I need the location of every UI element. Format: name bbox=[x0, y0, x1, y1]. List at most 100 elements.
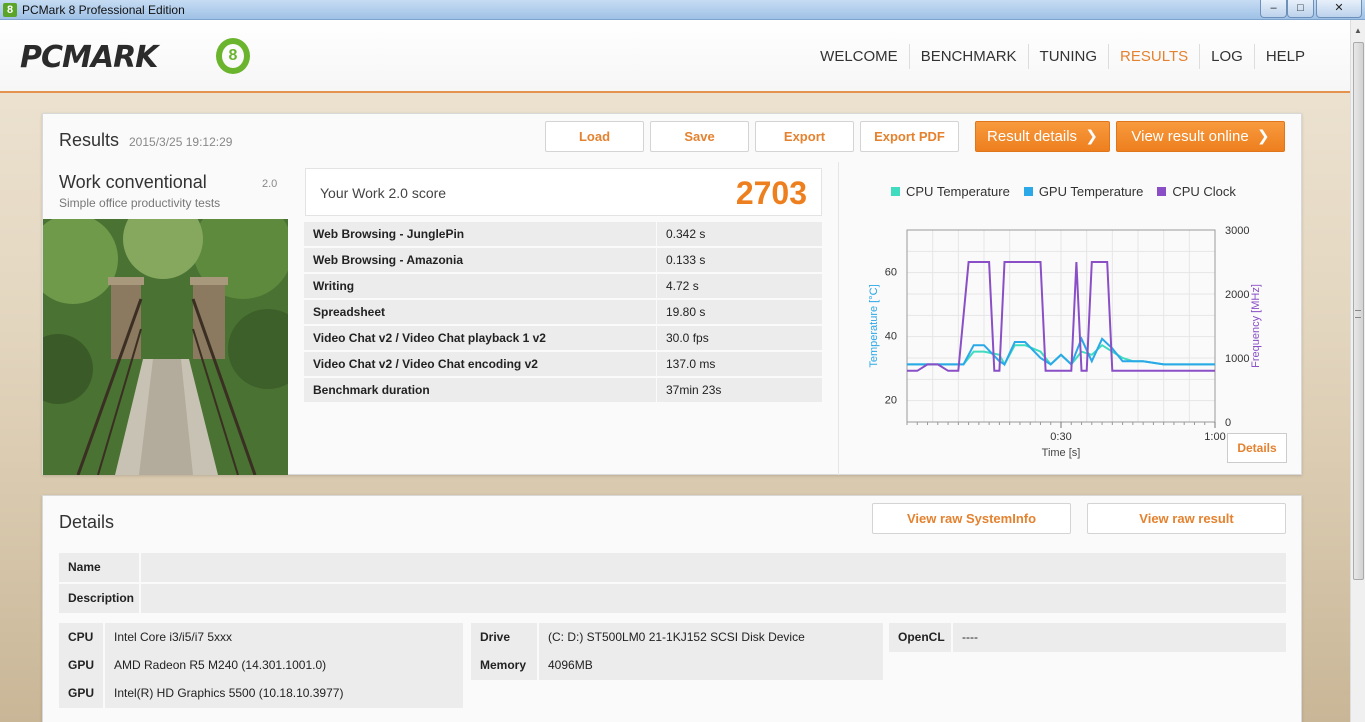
view-online-button[interactable]: View result online ❯ bbox=[1116, 121, 1285, 152]
description-value bbox=[141, 584, 1286, 613]
table-row: Video Chat v2 / Video Chat playback 1 v2… bbox=[304, 326, 823, 352]
chart-details-button[interactable]: Details bbox=[1227, 433, 1287, 463]
bridge-illustration bbox=[43, 219, 288, 475]
chevron-right-icon: ❯ bbox=[1081, 128, 1098, 145]
table-row: Spreadsheet 19.80 s bbox=[304, 300, 823, 326]
minimize-button[interactable]: ‒ bbox=[1260, 0, 1287, 18]
nav-log[interactable]: LOG bbox=[1199, 44, 1254, 69]
opencl-label: OpenCL bbox=[889, 623, 951, 652]
details-panel: Details View raw SystemInfo View raw res… bbox=[42, 495, 1302, 722]
results-title: Results bbox=[59, 130, 120, 150]
legend-label: CPU Temperature bbox=[906, 184, 1010, 199]
drive-value: (C: D:) ST500LM0 21-1KJ152 SCSI Disk Dev… bbox=[539, 623, 883, 652]
close-button[interactable]: ✕ bbox=[1316, 0, 1362, 18]
x-tick-label: 1:00 bbox=[1204, 431, 1225, 443]
drive-label: Drive bbox=[471, 623, 537, 652]
cpu-value: Intel Core i3/i5/i7 5xxx bbox=[105, 623, 463, 652]
test-description: Simple office productivity tests bbox=[59, 196, 221, 210]
results-panel: Results 2015/3/25 19:12:29 Load Save Exp… bbox=[42, 113, 1302, 475]
scrollbar-grip bbox=[1355, 310, 1361, 318]
legend-label: CPU Clock bbox=[1172, 184, 1236, 199]
y-axis-label: Temperature [°C] bbox=[868, 284, 880, 367]
app-icon: 8 bbox=[3, 3, 17, 17]
row-label: Writing bbox=[304, 274, 656, 298]
description-label: Description bbox=[59, 584, 139, 613]
row-value: 0.133 s bbox=[657, 248, 822, 272]
logo-text: PCMARK bbox=[20, 40, 158, 75]
app-header: PCMARK 8 WELCOME BENCHMARK TUNING RESULT… bbox=[0, 20, 1350, 93]
y-tick-label: 40 bbox=[885, 331, 897, 343]
legend-gpu-temp: GPU Temperature bbox=[1023, 184, 1144, 199]
gpu-row: GPU AMD Radeon R5 M240 (14.301.1001.0) bbox=[59, 651, 465, 680]
cpu-row: CPU Intel Core i3/i5/i7 5xxx bbox=[59, 623, 465, 652]
row-label: Spreadsheet bbox=[304, 300, 656, 324]
vertical-scrollbar[interactable]: ▲ bbox=[1350, 20, 1365, 722]
nav-help[interactable]: HELP bbox=[1253, 44, 1316, 69]
score-label: Your Work 2.0 score bbox=[320, 185, 447, 201]
pcmark-logo: PCMARK 8 bbox=[20, 38, 250, 75]
row-value: 30.0 fps bbox=[657, 326, 822, 350]
description-row: Description bbox=[59, 584, 1288, 613]
gpu-row: GPU Intel(R) HD Graphics 5500 (10.18.10.… bbox=[59, 679, 465, 708]
chart-legend: CPU Temperature GPU Temperature CPU Cloc… bbox=[891, 184, 1250, 199]
table-row: Writing 4.72 s bbox=[304, 274, 823, 300]
name-value bbox=[141, 553, 1286, 582]
export-pdf-button[interactable]: Export PDF bbox=[860, 121, 959, 152]
save-button[interactable]: Save bbox=[650, 121, 749, 152]
test-version: 2.0 bbox=[262, 178, 278, 190]
nav-results[interactable]: RESULTS bbox=[1108, 44, 1199, 69]
legend-label: GPU Temperature bbox=[1038, 184, 1144, 199]
nav-tuning[interactable]: TUNING bbox=[1027, 44, 1109, 69]
view-raw-result-button[interactable]: View raw result bbox=[1087, 503, 1286, 534]
nav-benchmark[interactable]: BENCHMARK bbox=[908, 44, 1028, 69]
logo-eight-icon: 8 bbox=[216, 38, 250, 74]
test-image-bridge bbox=[43, 219, 288, 475]
table-row: Benchmark duration 37min 23s bbox=[304, 378, 823, 404]
row-value: 19.80 s bbox=[657, 300, 822, 324]
score-table: Web Browsing - JunglePin 0.342 s Web Bro… bbox=[304, 222, 823, 404]
cpu-label: CPU bbox=[59, 623, 103, 652]
main-nav: WELCOME BENCHMARK TUNING RESULTS LOG HEL… bbox=[809, 44, 1316, 69]
name-label: Name bbox=[59, 553, 139, 582]
table-row: Video Chat v2 / Video Chat encoding v2 1… bbox=[304, 352, 823, 378]
maximize-button[interactable]: □ bbox=[1287, 0, 1314, 18]
row-label: Video Chat v2 / Video Chat playback 1 v2 bbox=[304, 326, 656, 350]
results-date: 2015/3/25 19:12:29 bbox=[129, 135, 233, 149]
row-value: 137.0 ms bbox=[657, 352, 822, 376]
row-value: 4.72 s bbox=[657, 274, 822, 298]
gpu-value: Intel(R) HD Graphics 5500 (10.18.10.3977… bbox=[105, 679, 463, 708]
result-details-label: Result details bbox=[987, 128, 1078, 145]
y2-axis-label: Frequency [MHz] bbox=[1250, 284, 1262, 368]
nav-welcome[interactable]: WELCOME bbox=[809, 44, 909, 69]
x-tick-label: 0:30 bbox=[1050, 431, 1071, 443]
y-tick-label: 20 bbox=[885, 395, 897, 407]
memory-value: 4096MB bbox=[539, 651, 883, 680]
scroll-up-icon[interactable]: ▲ bbox=[1354, 26, 1362, 35]
result-details-button[interactable]: Result details ❯ bbox=[975, 121, 1110, 152]
view-raw-sysinfo-button[interactable]: View raw SystemInfo bbox=[872, 503, 1071, 534]
load-button[interactable]: Load bbox=[545, 121, 644, 152]
row-value: 37min 23s bbox=[657, 378, 822, 402]
row-label: Web Browsing - JunglePin bbox=[304, 222, 656, 246]
y2-tick-label: 0 bbox=[1225, 417, 1231, 429]
legend-cpu-clock: CPU Clock bbox=[1157, 184, 1236, 199]
y2-tick-label: 1000 bbox=[1225, 353, 1249, 365]
y2-tick-label: 3000 bbox=[1225, 225, 1249, 237]
gpu-label: GPU bbox=[59, 679, 103, 708]
chevron-right-icon: ❯ bbox=[1252, 128, 1270, 145]
opencl-row: OpenCL ---- bbox=[889, 623, 1288, 652]
memory-row: Memory 4096MB bbox=[471, 651, 885, 680]
opencl-value: ---- bbox=[953, 623, 1286, 652]
table-row: Web Browsing - Amazonia 0.133 s bbox=[304, 248, 823, 274]
view-online-label: View result online bbox=[1131, 128, 1249, 145]
monitoring-chart: CPU Temperature GPU Temperature CPU Cloc… bbox=[838, 162, 1302, 475]
memory-label: Memory bbox=[471, 651, 537, 680]
window-title: PCMark 8 Professional Edition bbox=[22, 3, 185, 17]
row-label: Web Browsing - Amazonia bbox=[304, 248, 656, 272]
gpu-value: AMD Radeon R5 M240 (14.301.1001.0) bbox=[105, 651, 463, 680]
export-button[interactable]: Export bbox=[755, 121, 854, 152]
score-value: 2703 bbox=[735, 175, 807, 211]
test-card: Work conventional 2.0 Simple office prod… bbox=[43, 162, 288, 475]
test-name: Work conventional bbox=[59, 172, 207, 192]
row-value: 0.342 s bbox=[657, 222, 822, 246]
